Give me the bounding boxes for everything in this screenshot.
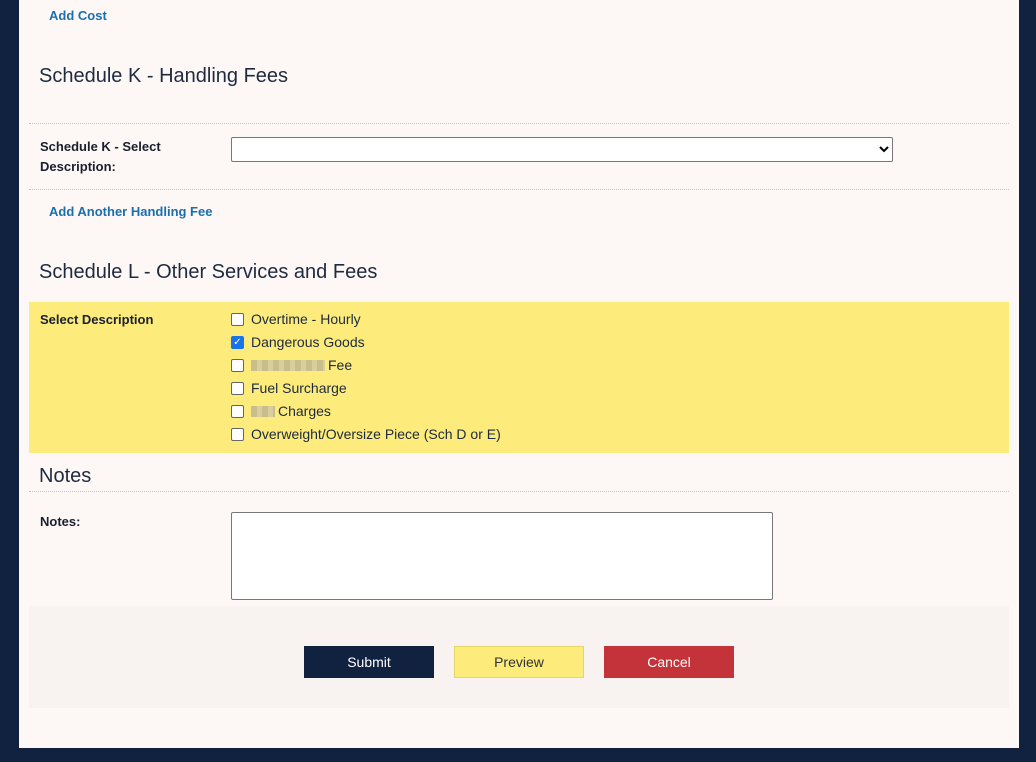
- form-panel: Add Cost Schedule K - Handling Fees Sche…: [19, 0, 1019, 748]
- checkbox-dangerous-goods[interactable]: ✓ Dangerous Goods: [231, 334, 365, 350]
- add-cost-link[interactable]: Add Cost: [49, 8, 107, 23]
- checkbox-fuel-surcharge[interactable]: Fuel Surcharge: [231, 380, 347, 396]
- schedule-k-label: Schedule K - Select Description:: [40, 137, 161, 177]
- schedule-k-select[interactable]: [231, 137, 893, 162]
- preview-button[interactable]: Preview: [454, 646, 584, 678]
- notes-textarea[interactable]: [231, 512, 773, 600]
- divider: [29, 491, 1009, 492]
- checkbox[interactable]: [231, 312, 244, 326]
- label-line: Schedule K - Select: [40, 139, 161, 154]
- checkbox-fee[interactable]: Fee: [231, 357, 352, 373]
- redacted-text: [251, 359, 325, 371]
- button-bar: Submit Preview Cancel: [29, 606, 1009, 708]
- checkbox[interactable]: [231, 358, 244, 372]
- schedule-l-section: Select Description Overtime - Hourly ✓ Da…: [29, 302, 1009, 453]
- divider: [29, 123, 1009, 124]
- option-label: Overweight/Oversize Piece (Sch D or E): [251, 426, 501, 442]
- option-label: Dangerous Goods: [251, 334, 365, 350]
- label-line: Description:: [40, 159, 116, 174]
- checkbox[interactable]: [231, 404, 244, 418]
- divider: [29, 189, 1009, 190]
- checkbox[interactable]: [231, 381, 244, 395]
- option-label: Overtime - Hourly: [251, 311, 361, 327]
- schedule-k-heading: Schedule K - Handling Fees: [39, 65, 289, 87]
- checkbox-overweight[interactable]: Overweight/Oversize Piece (Sch D or E): [231, 426, 501, 442]
- cancel-button[interactable]: Cancel: [604, 646, 734, 678]
- select-description-label: Select Description: [40, 312, 154, 327]
- notes-heading: Notes: [39, 465, 92, 487]
- submit-button[interactable]: Submit: [304, 646, 434, 678]
- option-label: Fuel Surcharge: [251, 380, 347, 396]
- add-handling-fee-link[interactable]: Add Another Handling Fee: [49, 204, 212, 219]
- checkbox[interactable]: [231, 427, 244, 441]
- checkbox-checked[interactable]: ✓: [231, 335, 244, 349]
- redacted-text: [251, 405, 275, 417]
- checkbox-charges[interactable]: Charges: [231, 403, 331, 419]
- schedule-l-heading: Schedule L - Other Services and Fees: [39, 261, 378, 283]
- option-label: Fee: [328, 357, 353, 373]
- notes-label: Notes:: [40, 514, 81, 529]
- checkbox-overtime[interactable]: Overtime - Hourly: [231, 311, 361, 327]
- option-label: Charges: [278, 403, 331, 419]
